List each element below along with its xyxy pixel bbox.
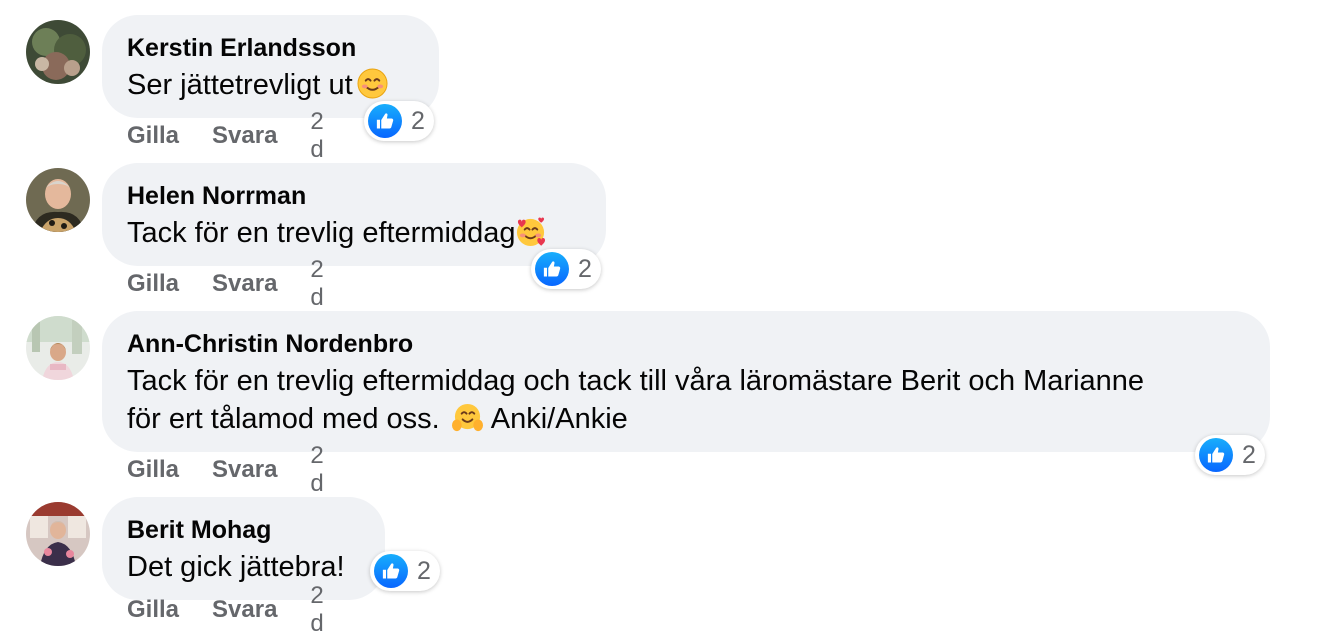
like-button[interactable]: Gilla bbox=[127, 596, 179, 624]
like-icon bbox=[374, 554, 408, 588]
reply-button[interactable]: Svara bbox=[212, 270, 277, 298]
timestamp[interactable]: 2 d bbox=[310, 108, 323, 164]
comment-text: Tack för en trevlig eftermiddag bbox=[127, 214, 581, 252]
like-icon bbox=[368, 104, 402, 138]
avatar[interactable] bbox=[26, 316, 90, 380]
like-button[interactable]: Gilla bbox=[127, 270, 179, 298]
reaction-count: 2 bbox=[578, 255, 592, 283]
comment-text: Tack för en trevlig eftermiddag och tack… bbox=[127, 365, 1145, 435]
comment-bubble: Berit Mohag Det gick jättebra! bbox=[102, 497, 385, 600]
reaction-summary[interactable]: 2 bbox=[1195, 435, 1265, 475]
comment-author[interactable]: Helen Norrman bbox=[127, 181, 581, 211]
comment-author[interactable]: Kerstin Erlandsson bbox=[127, 33, 414, 63]
avatar[interactable] bbox=[26, 20, 90, 84]
comment-author[interactable]: Ann-Christin Nordenbro bbox=[127, 329, 1245, 359]
like-button[interactable]: Gilla bbox=[127, 456, 179, 484]
timestamp[interactable]: 2 d bbox=[310, 256, 323, 312]
reaction-summary[interactable]: 2 bbox=[370, 551, 440, 591]
avatar[interactable] bbox=[26, 168, 90, 232]
timestamp[interactable]: 2 d bbox=[310, 442, 323, 498]
reply-button[interactable]: Svara bbox=[212, 122, 277, 150]
avatar[interactable] bbox=[26, 502, 90, 566]
smiling-face-icon bbox=[357, 68, 388, 99]
reaction-summary[interactable]: 2 bbox=[531, 249, 601, 289]
reaction-count: 2 bbox=[1242, 441, 1256, 469]
comment-bubble: Helen Norrman Tack för en trevlig efterm… bbox=[102, 163, 606, 266]
comment-actions: Gilla Svara 2 d bbox=[127, 442, 324, 497]
reply-button[interactable]: Svara bbox=[212, 596, 277, 624]
like-icon bbox=[1199, 438, 1233, 472]
comment-bubble: Ann-Christin Nordenbro Tack för en trevl… bbox=[102, 311, 1270, 452]
hugging-face-icon bbox=[451, 403, 483, 432]
comment-author[interactable]: Berit Mohag bbox=[127, 515, 360, 545]
reaction-count: 2 bbox=[417, 557, 431, 585]
comment-actions: Gilla Svara 2 d bbox=[127, 582, 324, 637]
like-button[interactable]: Gilla bbox=[127, 122, 179, 150]
like-icon bbox=[535, 252, 569, 286]
reply-button[interactable]: Svara bbox=[212, 456, 277, 484]
comment-actions: Gilla Svara 2 d bbox=[127, 108, 324, 163]
comment-text: Det gick jättebra! bbox=[127, 551, 345, 583]
timestamp[interactable]: 2 d bbox=[310, 582, 323, 638]
reaction-summary[interactable]: 2 bbox=[364, 101, 434, 141]
smiling-face-with-hearts-icon bbox=[517, 217, 546, 247]
reaction-count: 2 bbox=[411, 107, 425, 135]
comment-actions: Gilla Svara 2 d bbox=[127, 256, 324, 311]
comment-text: Ser jättetrevligt ut bbox=[127, 66, 414, 104]
